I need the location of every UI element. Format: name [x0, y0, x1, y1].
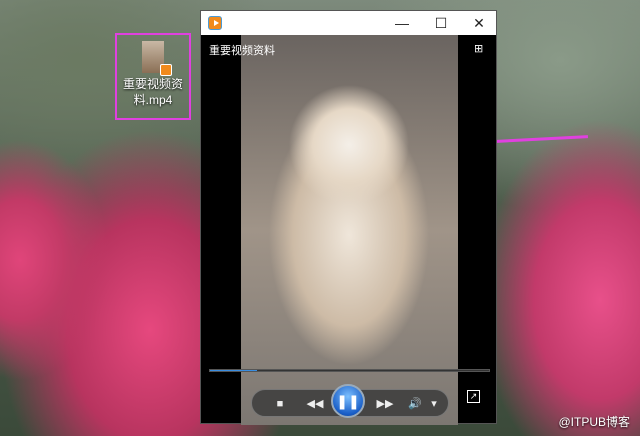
title-bar[interactable]: — ☐ ✕: [201, 11, 496, 35]
volume-icon[interactable]: 🔊: [406, 390, 424, 418]
app-icon: [208, 16, 222, 30]
rewind-button[interactable]: ◀◀: [300, 390, 330, 418]
video-thumbnail: [142, 41, 172, 76]
fullscreen-button[interactable]: ↗: [467, 390, 480, 403]
seek-bar[interactable]: [209, 369, 490, 372]
volume-dropdown[interactable]: ▾: [427, 390, 441, 418]
switch-library-icon[interactable]: ⊞: [474, 42, 483, 55]
watermark: @ITPUB博客: [558, 415, 630, 429]
seek-progress: [210, 370, 258, 371]
pause-button[interactable]: ❚❚: [331, 384, 365, 418]
maximize-button[interactable]: ☐: [423, 11, 459, 35]
media-player-window: — ☐ ✕ 重要视频资料 ⊞ ■ ◀◀ ▶▶ 🔊 ▾ ❚❚ ↗: [200, 10, 497, 425]
minimize-button[interactable]: —: [384, 11, 420, 35]
player-badge-icon: [160, 64, 172, 76]
file-label: 重要视频资料.mp4: [122, 77, 183, 107]
close-button[interactable]: ✕: [461, 11, 497, 35]
desktop-file-icon[interactable]: 重要视频资料.mp4: [115, 33, 191, 120]
stop-button[interactable]: ■: [270, 390, 290, 418]
video-frame[interactable]: [241, 35, 458, 425]
forward-button[interactable]: ▶▶: [370, 390, 400, 418]
video-title: 重要视频资料: [209, 45, 275, 57]
